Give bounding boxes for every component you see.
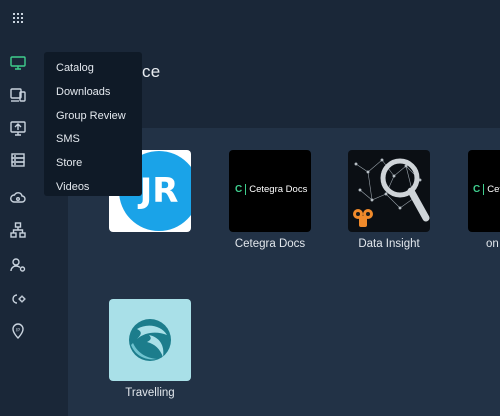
app-tile-cetegra-online[interactable]: C Cetegra xyxy=(468,150,500,232)
cloud-icon[interactable] xyxy=(9,188,27,206)
devices-icon[interactable] xyxy=(9,86,27,104)
app-tile-travelling[interactable] xyxy=(109,299,191,381)
cetegra-online-logo-text: Cetegra xyxy=(487,184,500,195)
cetegra-online-mark: C xyxy=(473,184,481,195)
presentation-icon[interactable] xyxy=(9,119,27,137)
catalog-dropdown-menu: Catalog Downloads Group Review SMS Store… xyxy=(44,52,142,196)
app-label-data-insight: Data Insight xyxy=(358,238,420,250)
menu-item-catalog[interactable]: Catalog xyxy=(44,57,142,81)
code-settings-icon[interactable] xyxy=(9,290,27,308)
app-label-travelling: Travelling xyxy=(125,387,175,399)
app-label-cetegra-docs: Cetegra Docs xyxy=(234,238,306,250)
page-title: ce xyxy=(142,62,161,81)
network-icon[interactable] xyxy=(9,221,27,239)
menu-item-downloads[interactable]: Downloads xyxy=(44,81,142,105)
user-settings-icon[interactable] xyxy=(9,256,27,274)
monitor-icon[interactable] xyxy=(9,54,27,72)
cetegra-docs-logo: C Cetegra Docs xyxy=(235,184,307,195)
cetegra-mark: C xyxy=(235,184,243,195)
menu-item-store[interactable]: Store xyxy=(44,152,142,176)
icon-rail: IP xyxy=(0,0,40,416)
apps-grid-icon[interactable] xyxy=(9,9,27,27)
cetegra-divider xyxy=(245,184,247,195)
travelling-logo xyxy=(129,319,171,361)
menu-item-sms[interactable]: SMS xyxy=(44,128,142,152)
app-tile-cetegra-docs[interactable]: C Cetegra Docs xyxy=(229,150,311,232)
menu-item-videos[interactable]: Videos xyxy=(44,176,142,200)
jr-logo-text: JR xyxy=(138,171,179,211)
svg-text:IP: IP xyxy=(16,328,20,334)
cetegra-docs-logo-text: Cetegra Docs xyxy=(249,184,308,195)
data-insight-logo xyxy=(353,158,430,227)
server-icon[interactable] xyxy=(9,151,27,169)
app-tile-data-insight[interactable] xyxy=(348,150,430,232)
cetegra-online-logo: C Cetegra xyxy=(473,184,500,195)
app-label-cetegra-online: on xyxy=(486,238,499,250)
location-pin-icon[interactable]: IP xyxy=(9,322,27,340)
cetegra-online-divider xyxy=(483,184,485,195)
menu-item-group-review[interactable]: Group Review xyxy=(44,105,142,129)
